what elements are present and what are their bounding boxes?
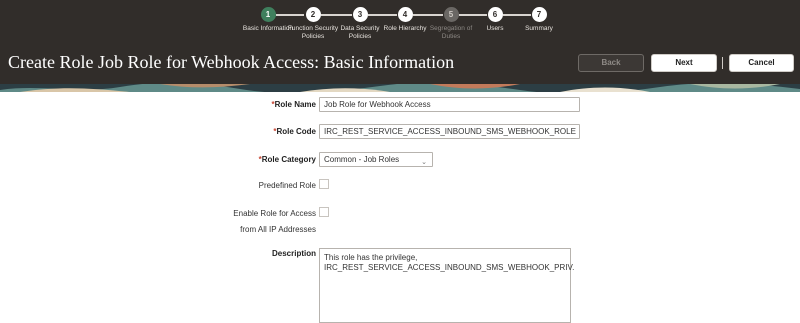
cancel-button[interactable]: Cancel	[729, 54, 794, 72]
banner-pattern-graphic	[0, 84, 800, 92]
step-number: 6	[487, 7, 503, 22]
predefined-role-checkbox	[319, 179, 329, 189]
predefined-role-label: Predefined Role	[258, 181, 316, 190]
role-name-label-text: Role Name	[274, 100, 316, 109]
page-header: 1 Basic Information 2 Function Security …	[0, 0, 800, 84]
description-label: Description	[271, 249, 316, 258]
page-title: Create Role Job Role for Webhook Access:…	[8, 52, 455, 72]
back-button[interactable]: Back	[578, 54, 644, 72]
role-name-input[interactable]: Job Role for Webhook Access	[319, 97, 580, 112]
role-category-label: *Role Category	[200, 155, 316, 164]
role-category-select[interactable]: Common - Job Roles ⌄	[319, 152, 433, 167]
next-button[interactable]: Next	[651, 54, 717, 72]
train-step-summary[interactable]: 7 Summary	[509, 7, 569, 33]
role-category-label-text: Role Category	[261, 155, 316, 164]
step-number: 4	[397, 7, 413, 22]
step-number: 2	[305, 7, 321, 22]
chevron-down-icon[interactable]: ⌄	[421, 156, 427, 169]
role-name-label: *Role Name	[200, 100, 316, 109]
button-separator	[722, 57, 723, 69]
step-number: 5	[443, 7, 459, 22]
description-textarea[interactable]: This role has the privilege, IRC_REST_SE…	[319, 248, 575, 323]
step-number: 1	[260, 7, 276, 22]
description-line: IRC_REST_SERVICE_ACCESS_INBOUND_SMS_WEBH…	[324, 263, 575, 272]
role-category-value: Common - Job Roles	[324, 155, 400, 164]
description-line: This role has the privilege,	[324, 253, 418, 262]
enable-role-access-label-line1: Enable Role for Access	[233, 209, 316, 218]
role-code-label-text: Role Code	[276, 127, 316, 136]
process-train: 1 Basic Information 2 Function Security …	[0, 7, 800, 47]
enable-role-access-checkbox[interactable]	[319, 207, 329, 217]
step-label: Summary	[525, 25, 553, 32]
decorative-banner	[0, 84, 800, 92]
enable-role-access-label-line2: from All IP Addresses	[240, 225, 316, 234]
role-code-label: *Role Code	[200, 127, 316, 136]
role-code-input[interactable]: IRC_REST_SERVICE_ACCESS_INBOUND_SMS_WEBH…	[319, 124, 580, 139]
step-number: 3	[352, 7, 368, 22]
step-number: 7	[531, 7, 547, 22]
